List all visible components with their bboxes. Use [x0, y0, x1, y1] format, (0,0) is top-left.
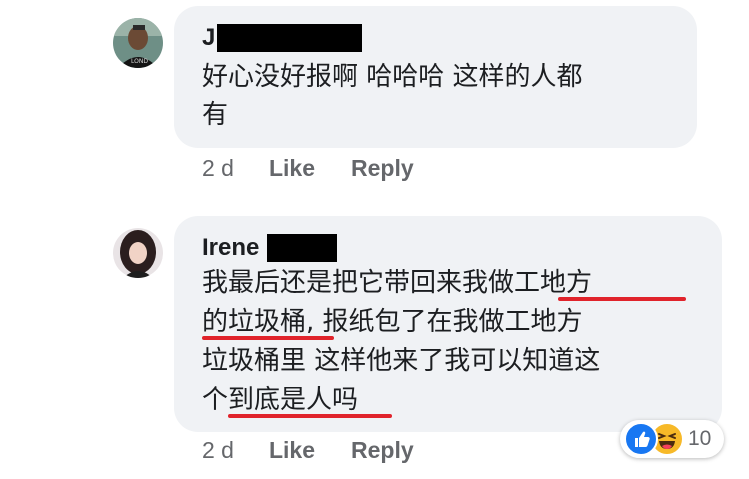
avatar-commenter-2[interactable]: [113, 228, 163, 278]
like-button[interactable]: Like: [269, 155, 315, 182]
reply-button[interactable]: Reply: [351, 437, 414, 464]
comment-text-line: 好心没好报啊 哈哈哈 这样的人都: [202, 62, 583, 92]
reply-button[interactable]: Reply: [351, 155, 414, 182]
reaction-count: 10: [688, 427, 712, 450]
red-underline-annotation: [558, 297, 686, 301]
like-icon: [624, 422, 658, 456]
reactions-summary[interactable]: 10: [620, 420, 724, 458]
redacted-name-bar: [217, 24, 363, 52]
comment-author-1[interactable]: J: [202, 24, 363, 52]
comment-text-line: 有: [202, 100, 229, 130]
redacted-name-bar: [267, 234, 338, 262]
avatar-image: LOND: [113, 18, 163, 68]
like-button[interactable]: Like: [269, 437, 315, 464]
author-name[interactable]: Irene: [202, 234, 259, 262]
avatar-commenter-1[interactable]: LOND: [113, 18, 163, 68]
comment-text-line: 我最后还是把它带回来我做工地方: [202, 268, 593, 298]
comment-timestamp[interactable]: 2 d: [202, 437, 234, 464]
comment-actions-1: 2 d Like Reply: [202, 155, 450, 182]
red-underline-annotation: [228, 414, 392, 418]
comment-author-2[interactable]: Irene: [202, 234, 338, 262]
comment-text-line: 垃圾桶里 这样他来了我可以知道这: [202, 346, 601, 376]
avatar-image: [113, 228, 163, 278]
svg-text:LOND: LOND: [131, 58, 148, 65]
red-underline-annotation: [202, 336, 334, 340]
author-name[interactable]: J: [202, 24, 215, 52]
comment-actions-2: 2 d Like Reply: [202, 437, 450, 464]
comment-timestamp[interactable]: 2 d: [202, 155, 234, 182]
